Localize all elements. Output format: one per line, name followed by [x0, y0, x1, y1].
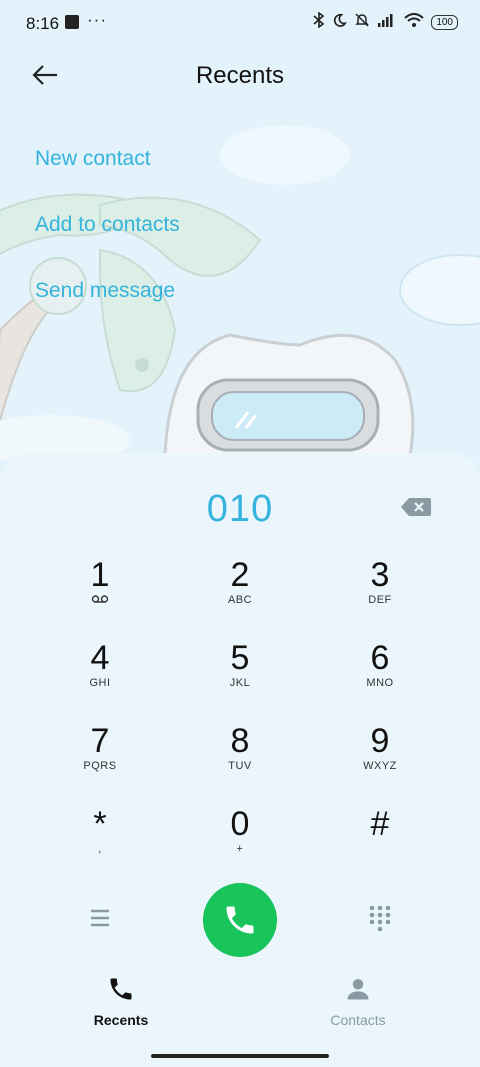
notification-icon — [65, 15, 79, 29]
tab-contacts-label: Contacts — [330, 1012, 386, 1028]
key-letters — [310, 843, 450, 857]
page-title: Recents — [195, 62, 285, 89]
send-message-link[interactable]: Send message — [35, 279, 175, 303]
key-letters: JKL — [229, 677, 251, 689]
key-3[interactable]: 3 DEF — [310, 555, 450, 638]
menu-icon — [91, 909, 109, 927]
battery-icon: 100 — [431, 15, 458, 30]
person-icon — [347, 979, 369, 1000]
key-letters: GHI — [89, 677, 111, 689]
key-digit: 3 — [370, 556, 390, 594]
key-letters: DEF — [368, 594, 392, 606]
key-digit: 5 — [230, 639, 250, 677]
dnd-moon-icon — [332, 13, 348, 33]
key-letters: ABC — [227, 594, 253, 606]
key-digit: 1 — [90, 556, 110, 594]
key-digit: 6 — [370, 639, 390, 677]
key-6[interactable]: 6 MNO — [310, 638, 450, 721]
key-letters: PQRS — [83, 760, 117, 772]
key-hash[interactable]: # — [310, 804, 450, 887]
key-digit: 9 — [370, 722, 390, 760]
bluetooth-icon — [313, 11, 325, 33]
key-digit: 7 — [90, 722, 110, 760]
voicemail-icon — [30, 594, 170, 608]
tab-contacts[interactable]: Contacts — [288, 975, 428, 1028]
call-button[interactable] — [203, 883, 277, 957]
key-digit: # — [370, 805, 390, 843]
silent-bell-icon — [354, 12, 370, 33]
signal-icon — [377, 13, 397, 32]
more-notifications-icon: ··· — [87, 10, 107, 29]
phone-icon — [110, 978, 132, 1000]
key-letters: , — [98, 843, 102, 855]
dialpad-keys: 1 2 ABC 3 DEF 4 GHI 5 JKL 6 MNO 7 PQRS 8… — [30, 555, 450, 887]
tab-recents[interactable]: Recents — [51, 975, 191, 1028]
wifi-icon — [404, 12, 424, 33]
key-9[interactable]: 9 WXYZ — [310, 721, 450, 804]
key-4[interactable]: 4 GHI — [30, 638, 170, 721]
status-bar: 8:16 ··· 100 — [0, 0, 480, 46]
key-7[interactable]: 7 PQRS — [30, 721, 170, 804]
tab-recents-label: Recents — [93, 1012, 149, 1028]
key-digit: 8 — [230, 722, 250, 760]
key-letters: MNO — [366, 677, 394, 689]
phone-icon — [226, 906, 254, 934]
key-digit: * — [93, 805, 107, 843]
status-time: 8:16 — [26, 14, 60, 33]
add-to-contacts-link[interactable]: Add to contacts — [35, 213, 180, 237]
key-digit: 0 — [230, 805, 250, 843]
new-contact-link[interactable]: New contact — [35, 147, 151, 171]
dialpad-icon — [369, 905, 391, 932]
dialpad-toggle-button[interactable] — [368, 904, 392, 932]
key-star[interactable]: * , — [30, 804, 170, 887]
key-digit: 4 — [90, 639, 110, 677]
home-indicator[interactable] — [151, 1054, 329, 1058]
menu-button[interactable] — [88, 906, 112, 930]
key-digit: 2 — [230, 556, 250, 594]
key-letters: + — [236, 843, 244, 855]
key-0[interactable]: 0 + — [170, 804, 310, 887]
key-2[interactable]: 2 ABC — [170, 555, 310, 638]
bottom-nav: Recents Contacts — [0, 975, 480, 1035]
backspace-icon — [401, 498, 431, 516]
key-1[interactable]: 1 — [30, 555, 170, 638]
backspace-button[interactable] — [400, 495, 432, 519]
key-8[interactable]: 8 TUV — [170, 721, 310, 804]
key-letters: TUV — [228, 760, 252, 772]
key-letters: WXYZ — [363, 760, 397, 772]
key-5[interactable]: 5 JKL — [170, 638, 310, 721]
